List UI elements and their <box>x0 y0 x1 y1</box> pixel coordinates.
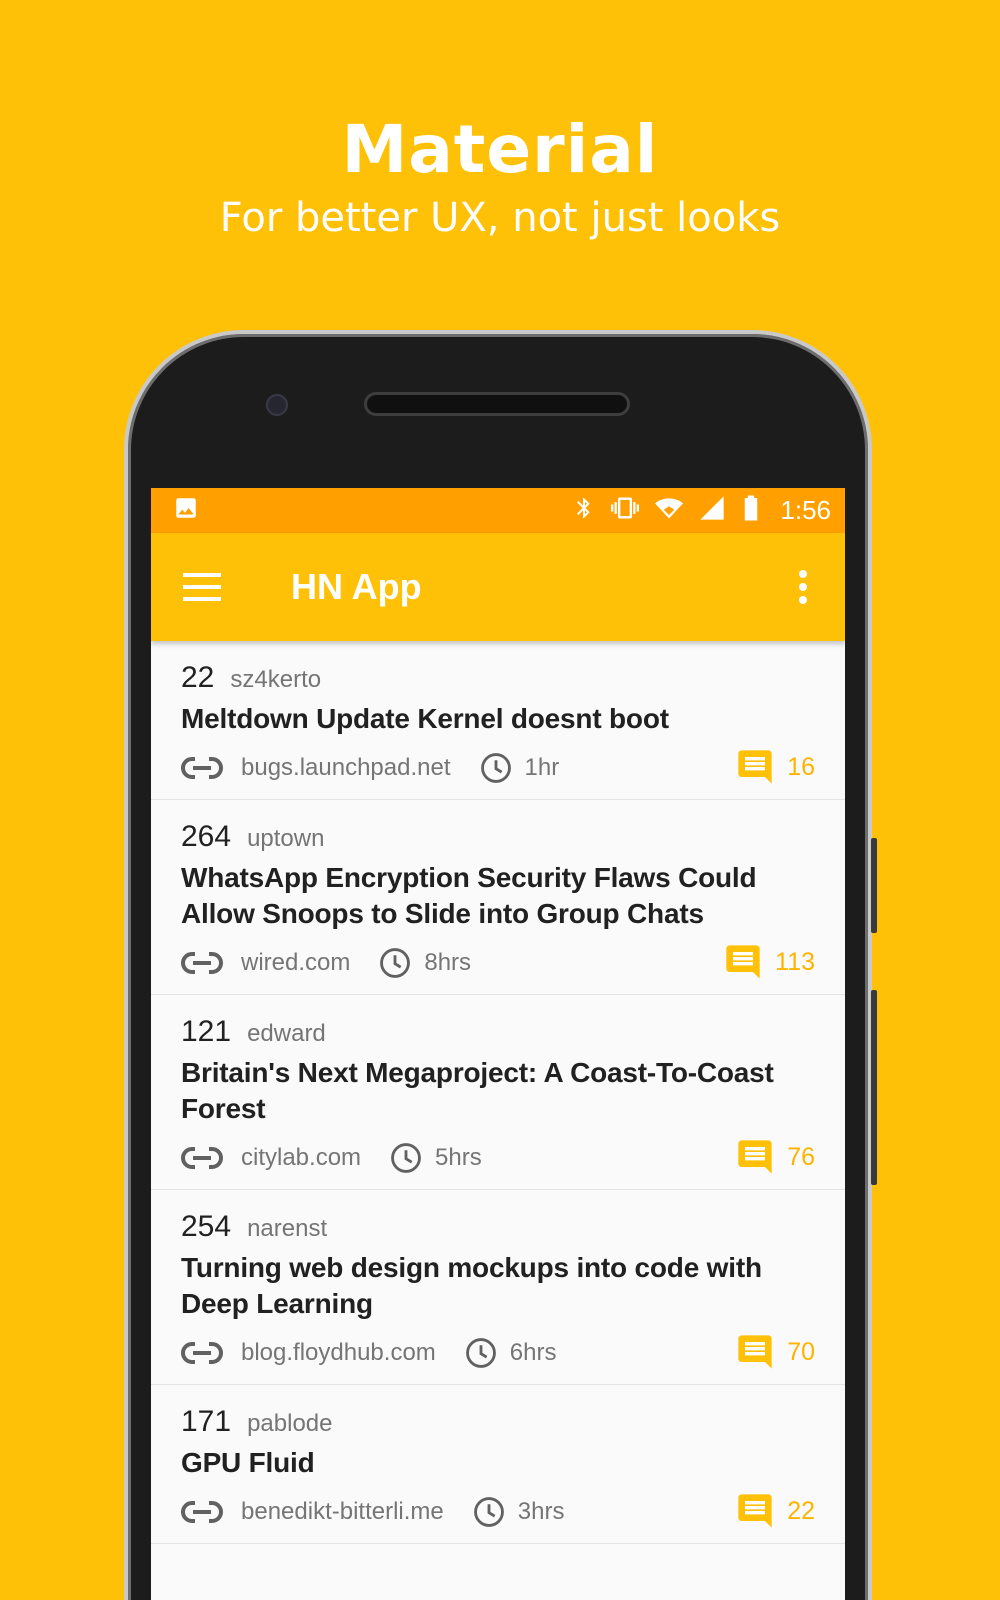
comments-button[interactable]: 70 <box>735 1332 815 1372</box>
link-icon <box>181 1500 223 1524</box>
story-time: 6hrs <box>509 1339 557 1366</box>
story-title[interactable]: GPU Fluid <box>181 1445 815 1481</box>
volume-button <box>871 838 877 933</box>
story-author[interactable]: narenst <box>247 1215 327 1243</box>
story-time: 3hrs <box>517 1498 565 1525</box>
story-item[interactable]: 254 narenst Turning web design mockups i… <box>151 1190 845 1385</box>
comment-icon <box>735 747 775 787</box>
phone-screen: 1:56 HN App 22 sz4kerto Meltdown Update … <box>151 488 845 1600</box>
app-title: HN App <box>291 566 422 607</box>
comment-count: 70 <box>787 1337 815 1366</box>
story-item[interactable]: 264 uptown WhatsApp Encryption Security … <box>151 800 845 995</box>
story-title[interactable]: Britain's Next Megaproject: A Coast-To-C… <box>181 1055 815 1127</box>
front-camera <box>266 394 288 416</box>
story-meta: blog.floydhub.com 6hrs 70 <box>181 1322 815 1384</box>
link-icon <box>181 756 223 780</box>
story-author[interactable]: sz4kerto <box>230 666 321 694</box>
story-domain[interactable]: blog.floydhub.com <box>241 1339 436 1367</box>
promo-subtitle: For better UX, not just looks <box>219 195 781 241</box>
story-title[interactable]: WhatsApp Encryption Security Flaws Could… <box>181 860 815 932</box>
comments-button[interactable]: 113 <box>723 942 815 982</box>
story-list: 22 sz4kerto Meltdown Update Kernel doesn… <box>151 641 845 1544</box>
comment-icon <box>735 1137 775 1177</box>
story-author[interactable]: edward <box>247 1020 326 1048</box>
story-time: 8hrs <box>424 949 472 976</box>
link-icon <box>181 951 223 975</box>
comments-button[interactable]: 76 <box>735 1137 815 1177</box>
image-icon <box>173 495 199 526</box>
comment-icon <box>735 1332 775 1372</box>
status-bar: 1:56 <box>151 488 845 533</box>
link-icon <box>181 1146 223 1170</box>
signal-icon <box>698 494 726 527</box>
story-time: 5hrs <box>435 1144 482 1171</box>
clock-icon <box>479 751 513 785</box>
story-points: 121 <box>181 1015 232 1048</box>
story-domain[interactable]: citylab.com <box>241 1144 361 1172</box>
clock-icon <box>472 1495 506 1529</box>
comment-count: 76 <box>787 1142 815 1171</box>
more-vert-icon[interactable] <box>789 567 817 607</box>
vibrate-icon <box>610 494 640 527</box>
story-meta: citylab.com 5hrs 76 <box>181 1127 815 1189</box>
power-button <box>871 990 877 1185</box>
clock-icon <box>389 1141 423 1175</box>
story-meta: bugs.launchpad.net 1hr 16 <box>181 737 815 799</box>
story-time: 1hr <box>524 754 560 781</box>
clock-icon <box>378 946 412 980</box>
comment-count: 22 <box>787 1496 815 1525</box>
story-meta: benedikt-bitterli.me 3hrs 22 <box>181 1481 815 1543</box>
story-title[interactable]: Meltdown Update Kernel doesnt boot <box>181 701 815 737</box>
app-bar: HN App <box>151 533 845 641</box>
story-points: 22 <box>181 661 215 694</box>
comment-count: 113 <box>775 947 815 976</box>
comments-button[interactable]: 22 <box>735 1491 815 1531</box>
story-meta: wired.com 8hrs 113 <box>181 932 815 994</box>
earpiece-speaker <box>364 392 630 416</box>
story-domain[interactable]: benedikt-bitterli.me <box>241 1498 444 1526</box>
clock-icon <box>464 1336 498 1370</box>
wifi-icon <box>654 494 684 527</box>
battery-icon <box>740 493 762 528</box>
story-item[interactable]: 171 pablode GPU Fluid benedikt-bitterli.… <box>151 1385 845 1544</box>
story-domain[interactable]: wired.com <box>241 949 350 977</box>
promo-title: Material <box>341 111 659 188</box>
story-points: 171 <box>181 1405 232 1438</box>
story-author[interactable]: pablode <box>247 1410 332 1438</box>
story-domain[interactable]: bugs.launchpad.net <box>241 754 451 782</box>
bluetooth-icon <box>572 494 596 527</box>
comment-icon <box>723 942 763 982</box>
status-time: 1:56 <box>780 495 831 525</box>
story-points: 254 <box>181 1210 232 1243</box>
promo-header: Material For better UX, not just looks <box>0 110 1000 244</box>
story-item[interactable]: 121 edward Britain's Next Megaproject: A… <box>151 995 845 1190</box>
hamburger-menu-icon[interactable] <box>183 569 223 605</box>
link-icon <box>181 1341 223 1365</box>
comment-count: 16 <box>787 752 815 781</box>
comment-icon <box>735 1491 775 1531</box>
story-author[interactable]: uptown <box>247 825 324 853</box>
comments-button[interactable]: 16 <box>735 747 815 787</box>
story-points: 264 <box>181 820 232 853</box>
story-title[interactable]: Turning web design mockups into code wit… <box>181 1250 815 1322</box>
story-item[interactable]: 22 sz4kerto Meltdown Update Kernel doesn… <box>151 641 845 800</box>
